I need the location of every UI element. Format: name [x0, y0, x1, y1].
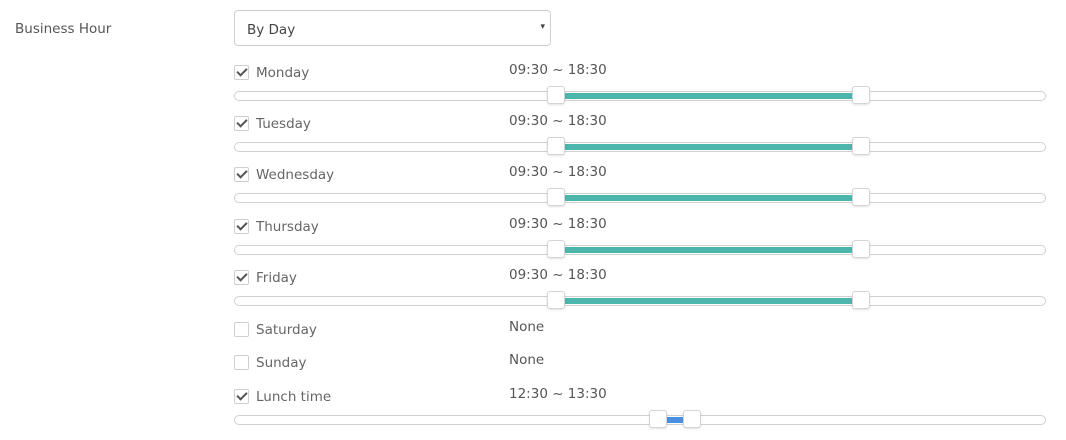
day-label: Saturday — [256, 322, 317, 338]
day-checkbox[interactable] — [234, 116, 249, 131]
slider-start-handle[interactable] — [649, 410, 667, 428]
day-label: Tuesday — [256, 116, 311, 132]
none-text: None — [509, 319, 545, 335]
time-range-text: 09:30 ~ 18:30 — [509, 113, 607, 129]
slider-end-handle[interactable] — [683, 410, 701, 428]
day-label: Monday — [256, 65, 310, 81]
day-row-thursday: Thursday 09:30 ~ 18:30 — [0, 216, 1066, 267]
business-hour-label: Business Hour — [15, 21, 112, 37]
slider-end-handle[interactable] — [852, 137, 870, 155]
day-label: Friday — [256, 270, 297, 286]
day-label: Thursday — [256, 219, 319, 235]
time-range-text: 09:30 ~ 18:30 — [509, 267, 607, 283]
time-range-slider[interactable] — [234, 410, 1046, 428]
day-checkbox[interactable] — [234, 322, 249, 337]
day-row-lunch-time: Lunch time 12:30 ~ 13:30 — [0, 386, 1066, 437]
slider-range-fill — [556, 144, 861, 150]
time-range-slider[interactable] — [234, 240, 1046, 258]
time-range-text: 09:30 ~ 18:30 — [509, 62, 607, 78]
day-checkbox[interactable] — [234, 355, 249, 370]
time-range-slider[interactable] — [234, 137, 1046, 155]
slider-start-handle[interactable] — [547, 188, 565, 206]
chevron-down-icon: ▾ — [540, 22, 545, 32]
slider-range-fill — [556, 247, 861, 253]
day-checkbox[interactable] — [234, 389, 249, 404]
time-range-text: 09:30 ~ 18:30 — [509, 164, 607, 180]
day-label: Wednesday — [256, 167, 335, 183]
slider-start-handle[interactable] — [547, 86, 565, 104]
time-range-text: 09:30 ~ 18:30 — [509, 216, 607, 232]
select-value: By Day — [247, 22, 296, 38]
time-range-slider[interactable] — [234, 86, 1046, 104]
slider-start-handle[interactable] — [547, 291, 565, 309]
day-label: Lunch time — [256, 389, 332, 405]
time-range-slider[interactable] — [234, 291, 1046, 309]
slider-end-handle[interactable] — [852, 188, 870, 206]
none-text: None — [509, 352, 545, 368]
day-row-monday: Monday 09:30 ~ 18:30 — [0, 62, 1066, 113]
day-label: Sunday — [256, 355, 307, 371]
slider-end-handle[interactable] — [852, 291, 870, 309]
day-row-tuesday: Tuesday 09:30 ~ 18:30 — [0, 113, 1066, 164]
slider-start-handle[interactable] — [547, 137, 565, 155]
slider-range-fill — [556, 298, 861, 304]
time-range-slider[interactable] — [234, 188, 1046, 206]
day-checkbox[interactable] — [234, 167, 249, 182]
slider-start-handle[interactable] — [547, 240, 565, 258]
day-checkbox[interactable] — [234, 65, 249, 80]
day-row-wednesday: Wednesday 09:30 ~ 18:30 — [0, 164, 1066, 215]
business-hour-settings: Business Hour By Day ▾ Monday 09:30 ~ 18:… — [0, 0, 1066, 440]
slider-end-handle[interactable] — [852, 240, 870, 258]
time-range-text: 12:30 ~ 13:30 — [509, 386, 607, 402]
slider-range-fill — [556, 195, 861, 201]
day-checkbox[interactable] — [234, 270, 249, 285]
slider-range-fill — [556, 93, 861, 99]
business-hour-mode-select[interactable]: By Day ▾ — [234, 10, 551, 46]
slider-end-handle[interactable] — [852, 86, 870, 104]
day-row-friday: Friday 09:30 ~ 18:30 — [0, 267, 1066, 318]
day-checkbox[interactable] — [234, 219, 249, 234]
